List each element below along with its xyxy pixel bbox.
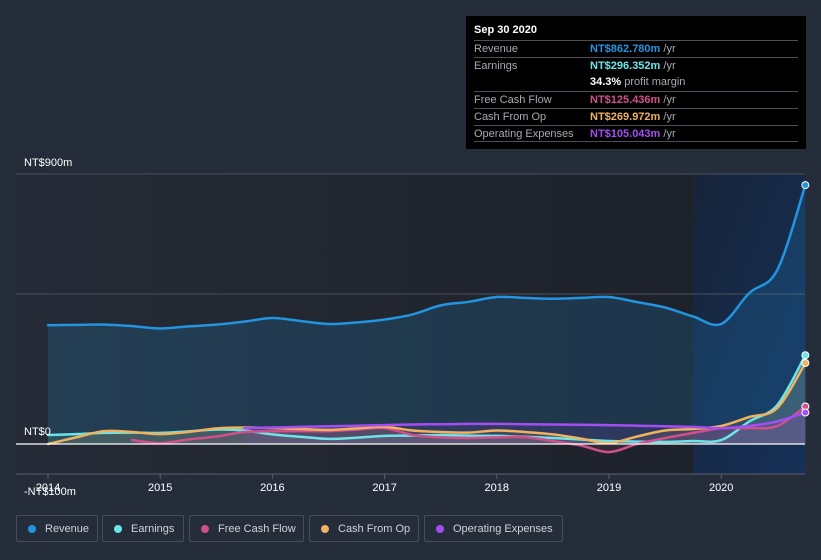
tooltip-unit-text: /yr <box>660 128 676 140</box>
tooltip-unit-text: /yr <box>660 43 676 55</box>
legend-label: Cash From Op <box>338 522 411 535</box>
x-tick-label: 2015 <box>147 482 173 494</box>
tooltip-value-text: NT$269.972m <box>590 111 661 123</box>
tooltip-date: Sep 30 2020 <box>474 24 537 36</box>
legend-dot-icon <box>436 524 444 533</box>
tooltip-row-value: NT$105.043m /yr <box>590 128 676 140</box>
tooltip-row-value: NT$125.436m /yr <box>590 94 676 106</box>
cash-from-op-endpoint <box>801 359 810 367</box>
legend-label: Revenue <box>45 522 90 535</box>
legend-label: Earnings <box>131 522 175 535</box>
x-tick-label: 2018 <box>484 482 510 494</box>
tooltip-row-label: Cash From Op <box>474 111 547 123</box>
tooltip-row: 34.3% profit margin <box>474 74 798 91</box>
x-tick-label: 2014 <box>35 482 61 494</box>
tooltip-value-text: NT$862.780m <box>590 43 661 55</box>
tooltip-divider <box>474 141 798 142</box>
legend-item-cash-from-op[interactable]: Cash From Op <box>309 515 419 542</box>
legend-item-revenue[interactable]: Revenue <box>16 515 98 542</box>
x-tick-label: 2019 <box>596 482 622 494</box>
legend-item-free-cash-flow[interactable]: Free Cash Flow <box>189 515 304 542</box>
tooltip: Sep 30 2020 Revenue NT$862.780m /yr Earnin… <box>466 16 806 149</box>
legend-dot-icon <box>321 524 329 533</box>
tooltip-row-label: Free Cash Flow <box>474 94 552 106</box>
legend-dot-icon <box>114 524 122 533</box>
legend-dot-icon <box>201 524 209 533</box>
tooltip-row: Cash From Op NT$269.972m /yr <box>474 108 798 126</box>
tooltip-value-text: 34.3% <box>590 76 622 88</box>
tooltip-row-label: Earnings <box>474 60 518 72</box>
legend-item-operating-expenses[interactable]: Operating Expenses <box>424 515 563 542</box>
tooltip-row-value: NT$296.352m /yr <box>590 60 676 72</box>
x-tick-label: 2016 <box>260 482 285 494</box>
revenue-endpoint <box>801 181 810 190</box>
x-tick-label: 2017 <box>372 482 397 494</box>
y-tick-label: NT$0 <box>24 426 51 438</box>
x-tick-label: 2020 <box>708 482 734 494</box>
tooltip-value-text: NT$105.043m <box>590 128 661 140</box>
legend-dot-icon <box>28 524 36 533</box>
tooltip-row: Free Cash Flow NT$125.436m /yr <box>474 91 798 109</box>
earnings-endpoint <box>801 351 810 360</box>
tooltip-value-text: NT$125.436m <box>590 94 661 106</box>
legend-label: Operating Expenses <box>453 522 553 535</box>
tooltip-row: Revenue NT$862.780m /yr <box>474 40 798 58</box>
legend-item-earnings[interactable]: Earnings <box>102 515 184 542</box>
tooltip-row-value: NT$269.972m /yr <box>590 111 676 123</box>
legend-label: Free Cash Flow <box>218 522 296 535</box>
tooltip-row-value: NT$862.780m /yr <box>590 43 676 55</box>
operating-expenses-endpoint <box>801 408 810 417</box>
tooltip-unit-text: profit margin <box>621 76 686 88</box>
y-tick-label: NT$900m <box>24 157 73 169</box>
tooltip-unit-text: /yr <box>660 111 676 123</box>
tooltip-unit-text: /yr <box>660 94 676 106</box>
tooltip-row-value: 34.3% profit margin <box>590 76 685 88</box>
tooltip-row-label: Operating Expenses <box>474 128 574 140</box>
tooltip-row: Earnings NT$296.352m /yr <box>474 57 798 75</box>
tooltip-value-text: NT$296.352m <box>590 60 661 72</box>
tooltip-row-label: Revenue <box>474 43 519 55</box>
tooltip-unit-text: /yr <box>660 60 676 72</box>
